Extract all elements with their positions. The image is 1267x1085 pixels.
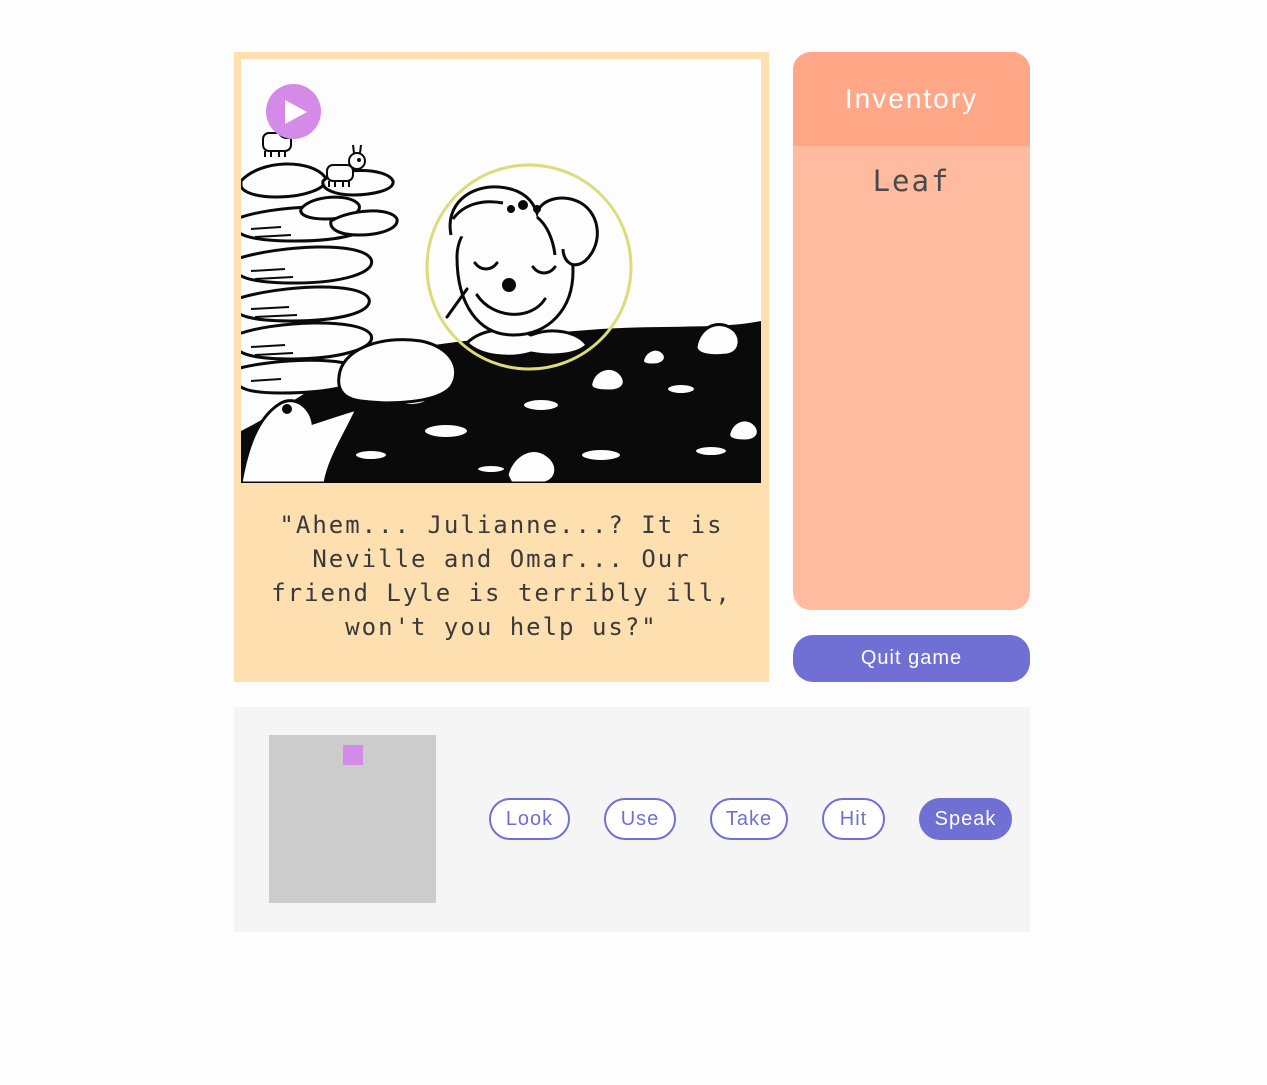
dialogue-text: "Ahem... Julianne...? It is Neville and … bbox=[271, 511, 732, 641]
minimap[interactable] bbox=[269, 735, 436, 903]
inventory-list: Leaf bbox=[793, 146, 1030, 198]
control-panel: Look Use Take Hit Speak bbox=[234, 707, 1030, 932]
play-icon bbox=[285, 99, 307, 124]
verb-use-button[interactable]: Use bbox=[604, 798, 676, 840]
verb-take-button[interactable]: Take bbox=[710, 798, 788, 840]
inventory-title: Inventory bbox=[793, 52, 1030, 146]
inventory-item-leaf[interactable]: Leaf bbox=[793, 164, 1030, 198]
verb-look-button[interactable]: Look bbox=[489, 798, 570, 840]
verb-hit-button[interactable]: Hit bbox=[822, 798, 885, 840]
player-marker bbox=[343, 745, 363, 765]
scene-panel: "Ahem... Julianne...? It is Neville and … bbox=[234, 52, 769, 682]
quit-game-button[interactable]: Quit game bbox=[793, 635, 1030, 682]
scene-illustration[interactable] bbox=[241, 59, 761, 483]
play-button[interactable] bbox=[266, 84, 321, 139]
scene-artwork bbox=[241, 59, 761, 483]
verb-speak-button[interactable]: Speak bbox=[919, 798, 1012, 840]
inventory-panel: Inventory Leaf bbox=[793, 52, 1030, 610]
